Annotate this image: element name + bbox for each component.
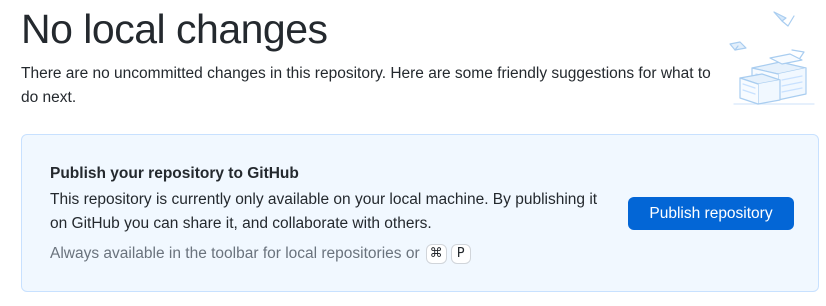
publish-card-description: This repository is currently only availa… bbox=[50, 191, 598, 232]
command-key-icon: ⌘ bbox=[425, 244, 447, 264]
publish-card-title: Publish your repository to GitHub bbox=[50, 165, 299, 182]
page-subtitle: There are no uncommitted changes in this… bbox=[21, 65, 711, 106]
no-changes-view: No local changes There are no uncommitte… bbox=[0, 0, 826, 306]
p-key: P bbox=[450, 244, 471, 264]
paper-stack-illustration-icon bbox=[722, 4, 818, 108]
page-title: No local changes bbox=[21, 6, 328, 52]
publish-repository-button[interactable]: Publish repository bbox=[628, 197, 794, 230]
toolbar-hint: Always available in the toolbar for loca… bbox=[50, 242, 471, 266]
toolbar-hint-text: Always available in the toolbar for loca… bbox=[50, 245, 420, 262]
publish-repository-card: Publish your repository to GitHub This r… bbox=[21, 134, 819, 292]
